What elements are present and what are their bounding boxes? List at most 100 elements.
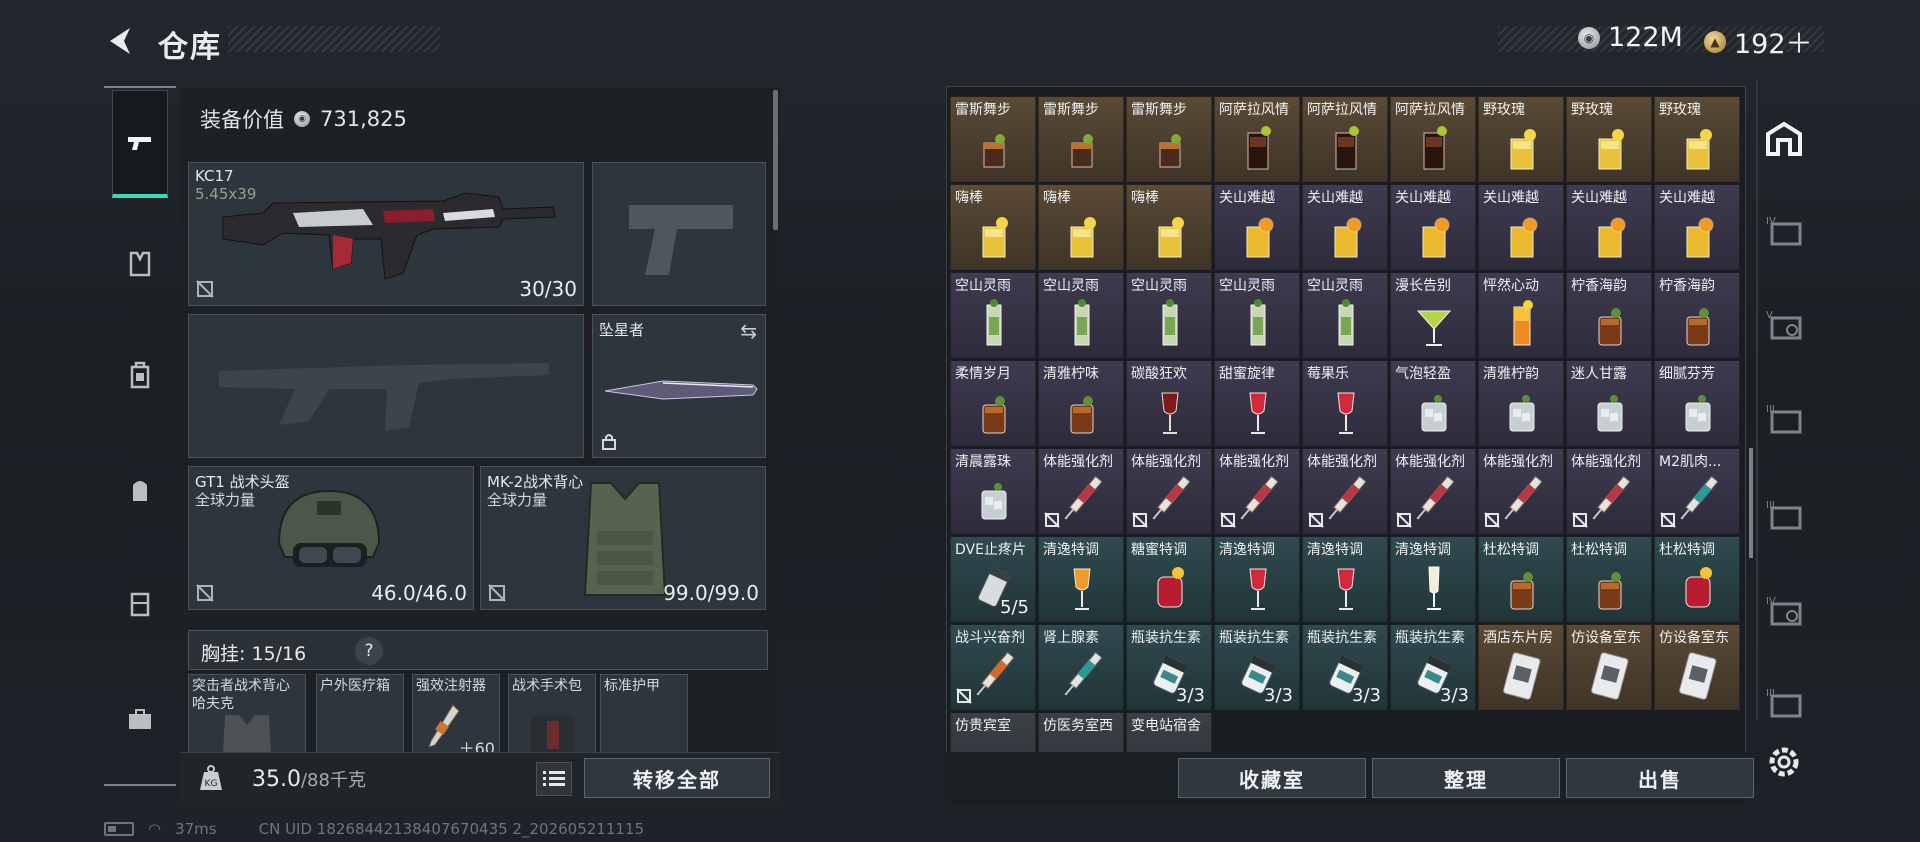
tab-storage-iii-b[interactable]: III (1758, 488, 1810, 540)
storage-item[interactable]: 糖蜜特调 (1126, 536, 1212, 622)
category-weapons[interactable] (112, 90, 168, 198)
storage-item[interactable]: 体能强化剂 (1126, 448, 1212, 534)
storage-item[interactable]: 空山灵雨 (1126, 272, 1212, 358)
tab-storage-iv-b[interactable]: IV (1758, 584, 1810, 636)
help-button[interactable]: ? (355, 637, 383, 665)
storage-item[interactable]: 体能强化剂 (1038, 448, 1124, 534)
chest-item-1[interactable]: 户外医疗箱 (316, 674, 404, 754)
storage-item[interactable]: 阿萨拉风情 (1390, 96, 1476, 182)
storage-item[interactable]: 清逸特调 (1038, 536, 1124, 622)
storage-item[interactable]: 仿设备室东 (1566, 624, 1652, 710)
storage-item[interactable]: 柔情岁月 (950, 360, 1036, 446)
storage-item[interactable]: 甜蜜旋律 (1214, 360, 1300, 446)
storage-item[interactable]: 嗨棒 (1126, 184, 1212, 270)
storage-item[interactable]: 清晨露珠 (950, 448, 1036, 534)
slot-helmet[interactable]: GT1 战术头盔 全球力量 46.0/46.0 (188, 466, 474, 610)
storage-item[interactable]: 莓果乐 (1302, 360, 1388, 446)
storage-item[interactable]: 关山难越 (1390, 184, 1476, 270)
list-view-button[interactable] (536, 762, 572, 796)
storage-item[interactable]: 野玫瑰 (1654, 96, 1740, 182)
storage-item[interactable]: 酒店东片房 (1478, 624, 1564, 710)
helmet-faction: 全球力量 (195, 491, 256, 509)
storage-item[interactable]: 清雅柠韵 (1478, 360, 1564, 446)
storage-item[interactable]: 瓶装抗生素 3/3 (1214, 624, 1300, 710)
loadout-scrollbar[interactable] (773, 90, 778, 230)
settings-gear-icon[interactable] (1764, 742, 1804, 782)
storage-item[interactable]: 肾上腺素 (1038, 624, 1124, 710)
category-case[interactable] (112, 692, 168, 748)
category-container[interactable] (112, 576, 168, 632)
storage-item[interactable]: 雷斯舞步 (950, 96, 1036, 182)
storage-item[interactable]: 清逸特调 (1302, 536, 1388, 622)
chest-item-0[interactable]: 突击者战术背心 哈夫克 (188, 674, 306, 754)
storage-item[interactable]: 体能强化剂 (1390, 448, 1476, 534)
category-vest[interactable] (112, 236, 168, 292)
storage-item[interactable]: 碳酸狂欢 (1126, 360, 1212, 446)
storage-item-name: 气泡轻盈 (1395, 366, 1451, 382)
category-armor[interactable] (112, 348, 168, 404)
slot-primary-weapon[interactable]: KC17 5.45x39 30/30 (188, 162, 584, 306)
storage-item[interactable]: 关山难越 (1302, 184, 1388, 270)
storage-item[interactable]: 战斗兴奋剂 (950, 624, 1036, 710)
storage-item[interactable]: 阿萨拉风情 (1214, 96, 1300, 182)
storage-item[interactable]: 迷人甘露 (1566, 360, 1652, 446)
sell-button[interactable]: 出售 (1566, 758, 1754, 798)
tab-storage-iii-a[interactable]: III (1758, 392, 1810, 444)
storage-item[interactable]: 空山灵雨 (1038, 272, 1124, 358)
back-arrow-icon[interactable] (104, 24, 138, 58)
chest-item-4[interactable]: 标准护甲 (600, 674, 688, 754)
storage-item[interactable]: 瓶装抗生素 3/3 (1126, 624, 1212, 710)
tab-storage-iii-c[interactable]: III (1758, 676, 1810, 728)
storage-item[interactable]: 杜松特调 (1478, 536, 1564, 622)
storage-item[interactable]: 柠香海韵 (1654, 272, 1740, 358)
storage-item[interactable]: 关山难越 (1478, 184, 1564, 270)
tab-storage-iv-a[interactable]: IV (1758, 204, 1810, 256)
storage-item[interactable]: 细腻芬芳 (1654, 360, 1740, 446)
tab-all-storage[interactable] (1758, 112, 1810, 164)
storage-item[interactable]: 雷斯舞步 (1038, 96, 1124, 182)
storage-item[interactable]: 清逸特调 (1390, 536, 1476, 622)
storage-item[interactable]: 瓶装抗生素 3/3 (1390, 624, 1476, 710)
storage-item[interactable]: 空山灵雨 (1214, 272, 1300, 358)
slot-secondary-weapon[interactable] (592, 162, 766, 306)
storage-item[interactable]: 体能强化剂 (1302, 448, 1388, 534)
storage-item[interactable]: 瓶装抗生素 3/3 (1302, 624, 1388, 710)
storage-scrollbar[interactable] (1749, 448, 1753, 558)
storage-item[interactable]: 杜松特调 (1566, 536, 1652, 622)
storage-item[interactable]: 嗨棒 (1038, 184, 1124, 270)
chest-item-3[interactable]: 战术手术包 (508, 674, 596, 754)
storage-item[interactable]: 野玫瑰 (1478, 96, 1564, 182)
swap-icon[interactable]: ⇆ (740, 319, 757, 343)
storage-item[interactable]: 关山难越 (1214, 184, 1300, 270)
storage-item[interactable]: 体能强化剂 (1478, 448, 1564, 534)
storage-item[interactable]: 柠香海韵 (1566, 272, 1652, 358)
storage-item[interactable]: 仿设备室东 (1654, 624, 1740, 710)
tab-storage-v[interactable]: V (1758, 298, 1810, 350)
storage-item[interactable]: 体能强化剂 (1214, 448, 1300, 534)
storage-item[interactable]: 怦然心动 (1478, 272, 1564, 358)
storage-item[interactable]: 体能强化剂 (1566, 448, 1652, 534)
storage-item[interactable]: 关山难越 (1654, 184, 1740, 270)
chest-item-2[interactable]: 强效注射器 ＋60 (412, 674, 500, 754)
storage-item[interactable]: DVE止疼片 5/5 (950, 536, 1036, 622)
slot-armor[interactable]: MK-2战术背心 全球力量 99.0/99.0 (480, 466, 766, 610)
sort-button[interactable]: 整理 (1372, 758, 1560, 798)
storage-item[interactable]: 关山难越 (1566, 184, 1652, 270)
storage-item[interactable]: 嗨棒 (950, 184, 1036, 270)
storage-item[interactable]: 阿萨拉风情 (1302, 96, 1388, 182)
storage-item[interactable]: 漫长告别 (1390, 272, 1476, 358)
storage-item[interactable]: 杜松特调 (1654, 536, 1740, 622)
category-backpack[interactable] (112, 462, 168, 518)
slot-melee[interactable]: 坠星者 ⇆ (592, 314, 766, 458)
storage-item[interactable]: 雷斯舞步 (1126, 96, 1212, 182)
storage-item[interactable]: 空山灵雨 (1302, 272, 1388, 358)
storage-item[interactable]: 野玫瑰 (1566, 96, 1652, 182)
storage-item[interactable]: 空山灵雨 (950, 272, 1036, 358)
storage-item[interactable]: M2肌肉... (1654, 448, 1740, 534)
collection-room-button[interactable]: 收藏室 (1178, 758, 1366, 798)
slot-secondary-primary[interactable] (188, 314, 584, 458)
transfer-all-button[interactable]: 转移全部 (584, 758, 770, 798)
storage-item[interactable]: 清雅柠味 (1038, 360, 1124, 446)
storage-item[interactable]: 清逸特调 (1214, 536, 1300, 622)
storage-item[interactable]: 气泡轻盈 (1390, 360, 1476, 446)
